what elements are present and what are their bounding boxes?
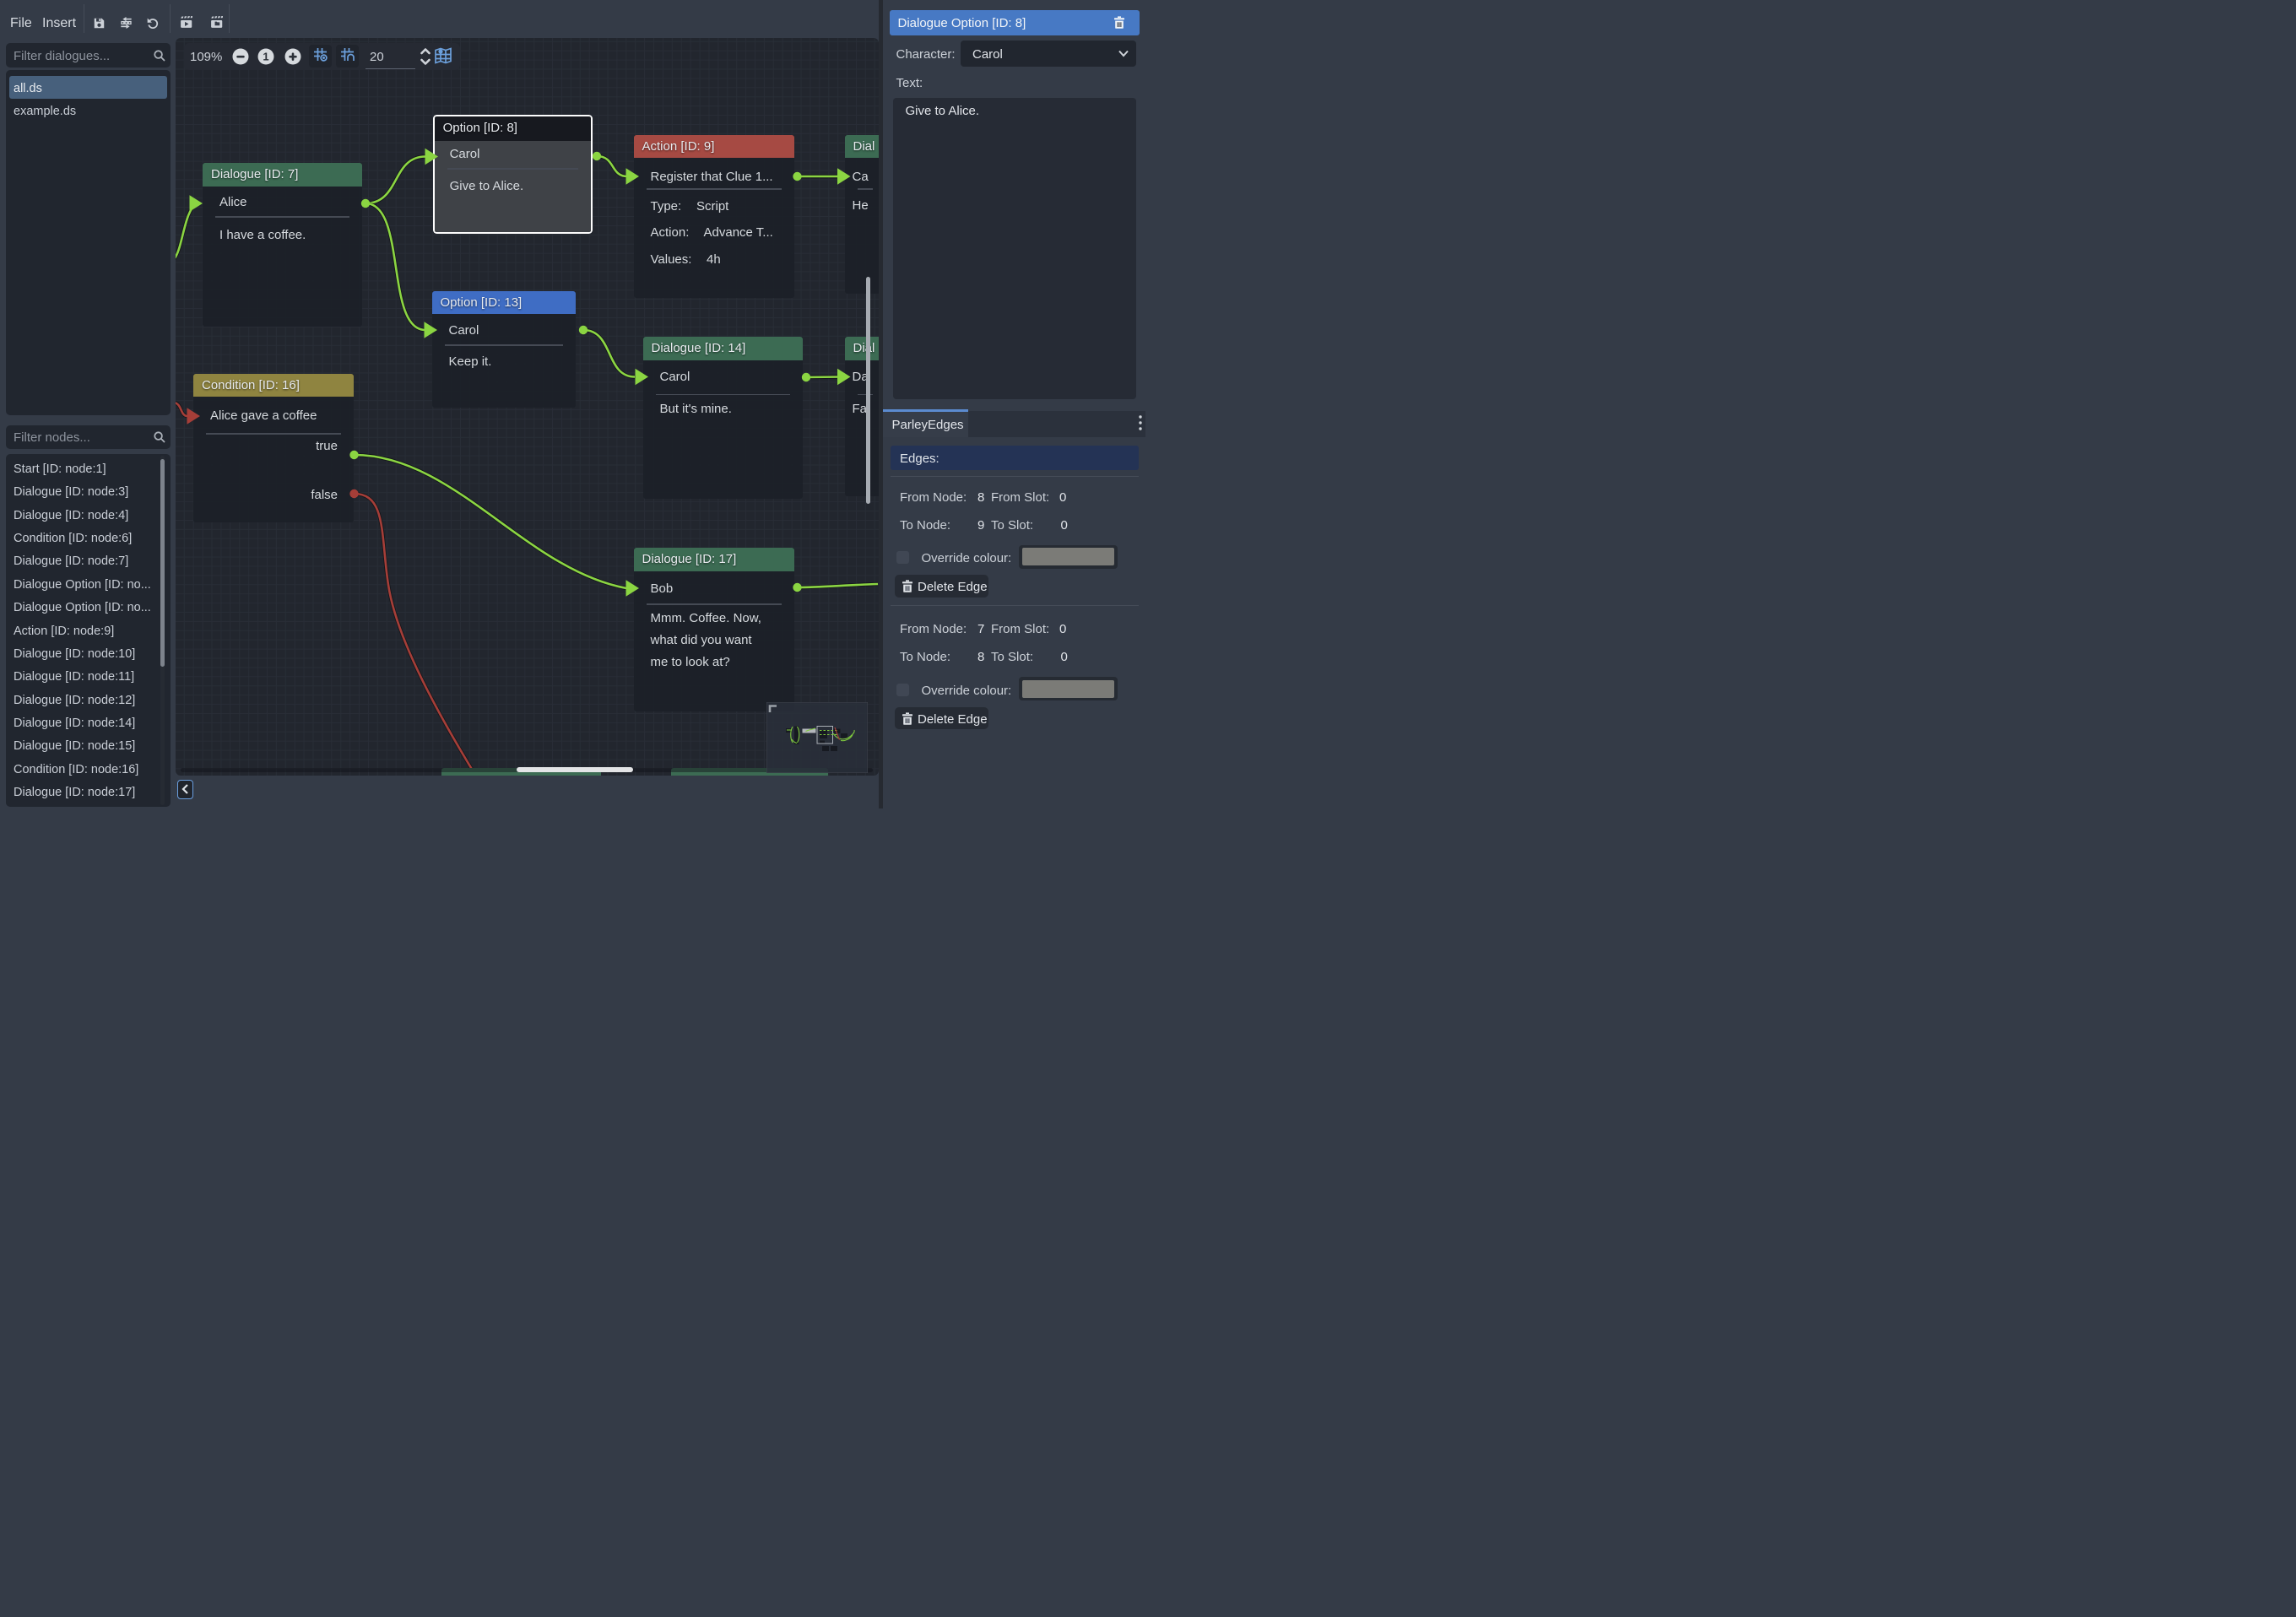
svg-text:1: 1 [263, 50, 268, 62]
